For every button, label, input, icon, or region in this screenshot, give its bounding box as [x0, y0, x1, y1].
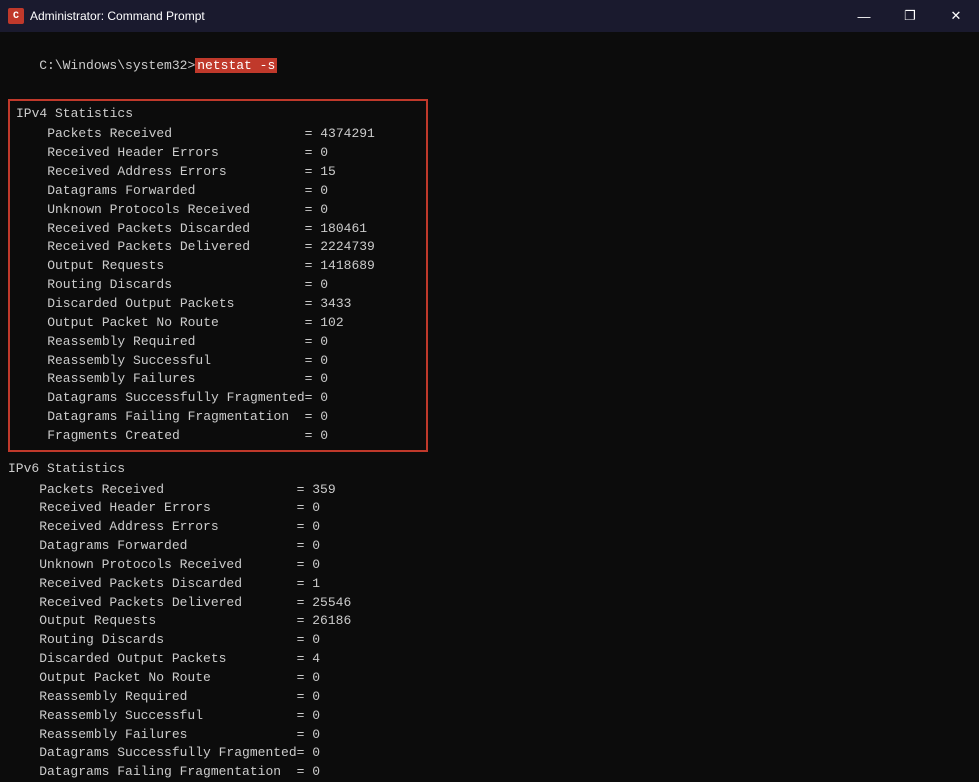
titlebar: C Administrator: Command Prompt — ❐ ✕: [0, 0, 979, 32]
table-row: Received Packets Delivered = 25546: [8, 594, 971, 613]
table-row: Packets Received = 359: [8, 481, 971, 500]
table-row: Output Packet No Route = 102: [16, 314, 420, 333]
titlebar-left: C Administrator: Command Prompt: [8, 8, 205, 24]
table-row: Datagrams Successfully Fragmented= 0: [16, 389, 420, 408]
table-row: Reassembly Successful = 0: [16, 352, 420, 371]
table-row: Received Header Errors = 0: [8, 499, 971, 518]
prompt-text: C:\Windows\system32>: [39, 58, 195, 73]
table-row: Received Address Errors = 15: [16, 163, 420, 182]
table-row: Reassembly Required = 0: [8, 688, 971, 707]
table-row: Received Packets Delivered = 2224739: [16, 238, 420, 257]
ipv4-section-box: IPv4 Statistics Packets Received = 43742…: [8, 99, 428, 452]
table-row: Discarded Output Packets = 4: [8, 650, 971, 669]
table-row: Datagrams Failing Fragmentation = 0: [16, 408, 420, 427]
table-row: Routing Discards = 0: [8, 631, 971, 650]
table-row: Datagrams Forwarded = 0: [16, 182, 420, 201]
ipv6-stats: Packets Received = 359 Received Header E…: [8, 481, 971, 782]
ipv6-header: IPv6 Statistics: [8, 460, 971, 479]
table-row: Output Requests = 26186: [8, 612, 971, 631]
table-row: Received Packets Discarded = 1: [8, 575, 971, 594]
close-button[interactable]: ✕: [933, 0, 979, 32]
table-row: Unknown Protocols Received = 0: [8, 556, 971, 575]
table-row: Unknown Protocols Received = 0: [16, 201, 420, 220]
ipv4-stats: Packets Received = 4374291 Received Head…: [16, 125, 420, 445]
command-text: netstat -s: [195, 58, 277, 73]
table-row: Output Packet No Route = 0: [8, 669, 971, 688]
table-row: Reassembly Required = 0: [16, 333, 420, 352]
table-row: Reassembly Failures = 0: [8, 726, 971, 745]
table-row: Reassembly Failures = 0: [16, 370, 420, 389]
table-row: Received Packets Discarded = 180461: [16, 220, 420, 239]
table-row: Datagrams Successfully Fragmented= 0: [8, 744, 971, 763]
table-row: Output Requests = 1418689: [16, 257, 420, 276]
table-row: Reassembly Successful = 0: [8, 707, 971, 726]
ipv4-header: IPv4 Statistics: [16, 105, 420, 124]
window-controls[interactable]: — ❐ ✕: [841, 0, 979, 32]
table-row: Received Address Errors = 0: [8, 518, 971, 537]
terminal-window[interactable]: C:\Windows\system32>netstat -s IPv4 Stat…: [0, 32, 979, 782]
ipv6-section: IPv6 Statistics Packets Received = 359 R…: [8, 460, 971, 782]
table-row: Fragments Created = 0: [16, 427, 420, 446]
maximize-button[interactable]: ❐: [887, 0, 933, 32]
prompt-line: C:\Windows\system32>netstat -s: [8, 38, 971, 95]
minimize-button[interactable]: —: [841, 0, 887, 32]
table-row: Routing Discards = 0: [16, 276, 420, 295]
window-title: Administrator: Command Prompt: [30, 9, 205, 23]
table-row: Received Header Errors = 0: [16, 144, 420, 163]
table-row: Packets Received = 4374291: [16, 125, 420, 144]
table-row: Datagrams Forwarded = 0: [8, 537, 971, 556]
table-row: Discarded Output Packets = 3433: [16, 295, 420, 314]
app-icon: C: [8, 8, 24, 24]
table-row: Datagrams Failing Fragmentation = 0: [8, 763, 971, 782]
